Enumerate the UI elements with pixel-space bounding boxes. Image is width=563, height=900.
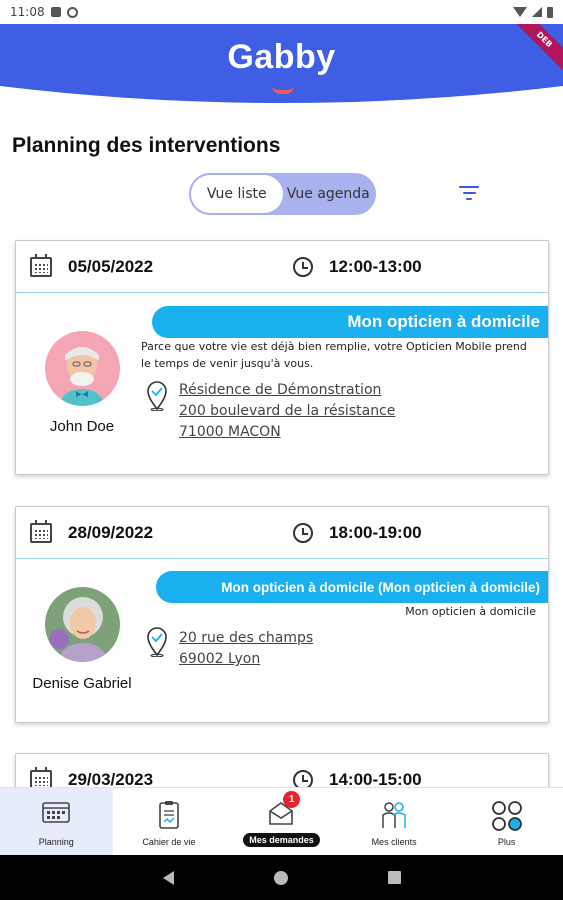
nav-label: Mes demandes	[243, 833, 320, 847]
service-pill: Mon opticien à domicile (Mon opticien à …	[156, 571, 548, 603]
intervention-card[interactable]: 28/09/2022 18:00-19:00 Mon opticien à do…	[15, 506, 549, 723]
signal-icon	[532, 7, 542, 17]
location-pin-icon	[147, 381, 167, 411]
gabby-logo: Gabby	[0, 38, 563, 94]
client-address[interactable]: Résidence de Démonstration 200 boulevard…	[179, 380, 395, 443]
service-pill: Mon opticien à domicile	[152, 306, 548, 338]
card-header: 05/05/2022 12:00-13:00	[16, 241, 548, 293]
nav-item-plus[interactable]: Plus	[450, 788, 563, 855]
address-line: 71000 MACON	[179, 424, 281, 440]
filter-icon[interactable]	[459, 186, 479, 202]
intervention-time: 18:00-19:00	[329, 523, 422, 542]
home-icon[interactable]	[273, 870, 288, 885]
sd-card-icon	[50, 7, 61, 17]
planning-icon	[42, 802, 71, 823]
bottom-navigation: Planning Cahier de vie 1 Mes demandes Me…	[0, 787, 563, 855]
status-time: 11:08	[10, 5, 45, 19]
nav-item-planning[interactable]: Planning	[0, 788, 113, 855]
sync-icon	[66, 6, 78, 18]
view-toggle: Vue liste Vue agenda	[189, 173, 376, 215]
system-navigation-bar	[0, 855, 563, 900]
page-title: Planning des interventions	[12, 134, 281, 157]
more-icon	[491, 801, 522, 831]
nav-item-mes-clients[interactable]: Mes clients	[338, 788, 451, 855]
back-icon[interactable]	[162, 870, 174, 885]
battery-icon	[547, 6, 553, 18]
nav-label: Plus	[497, 837, 516, 847]
clock-icon	[293, 523, 313, 543]
client-address[interactable]: 20 rue des champs 69002 Lyon	[179, 628, 313, 670]
client-name: John Doe	[49, 418, 115, 435]
list-view-option[interactable]: Vue liste	[191, 175, 283, 213]
notification-badge: 1	[283, 791, 301, 808]
recents-icon[interactable]	[387, 871, 401, 884]
wifi-icon	[513, 7, 527, 17]
intervention-time: 12:00-13:00	[329, 257, 422, 276]
intervention-date: 28/09/2022	[68, 523, 154, 542]
agenda-view-option[interactable]: Vue agenda	[283, 175, 375, 213]
clock-icon	[293, 257, 313, 277]
address-line: 69002 Lyon	[179, 651, 261, 667]
address-line: 200 boulevard de la résistance	[179, 403, 396, 419]
intervention-date: 05/05/2022	[68, 257, 154, 276]
service-description: Parce que votre vie est déjà bien rempli…	[141, 340, 527, 370]
nav-label: Cahier de vie	[142, 837, 196, 847]
location-pin-icon	[147, 627, 167, 657]
client-avatar	[45, 331, 120, 406]
service-subtitle: Mon opticien à domicile	[405, 605, 536, 618]
calendar-icon	[30, 520, 52, 543]
nav-label: Planning	[38, 837, 74, 847]
intervention-card[interactable]: 05/05/2022 12:00-13:00 Mon opticien à do…	[15, 240, 549, 475]
status-bar: 11:08	[0, 0, 563, 24]
app-header: Gabby DEB	[0, 24, 563, 104]
card-header: 28/09/2022 18:00-19:00	[16, 507, 548, 559]
client-name: Denise Gabriel	[32, 675, 132, 692]
address-line: Résidence de Démonstration	[179, 382, 382, 398]
address-line: 20 rue des champs	[179, 630, 314, 646]
nav-item-cahier-de-vie[interactable]: Cahier de vie	[113, 788, 226, 855]
client-avatar	[45, 587, 120, 662]
nav-item-mes-demandes[interactable]: 1 Mes demandes	[225, 788, 338, 855]
nav-label: Mes clients	[371, 837, 417, 847]
notebook-icon	[159, 801, 179, 829]
clients-icon	[382, 802, 406, 828]
calendar-icon	[30, 254, 52, 277]
